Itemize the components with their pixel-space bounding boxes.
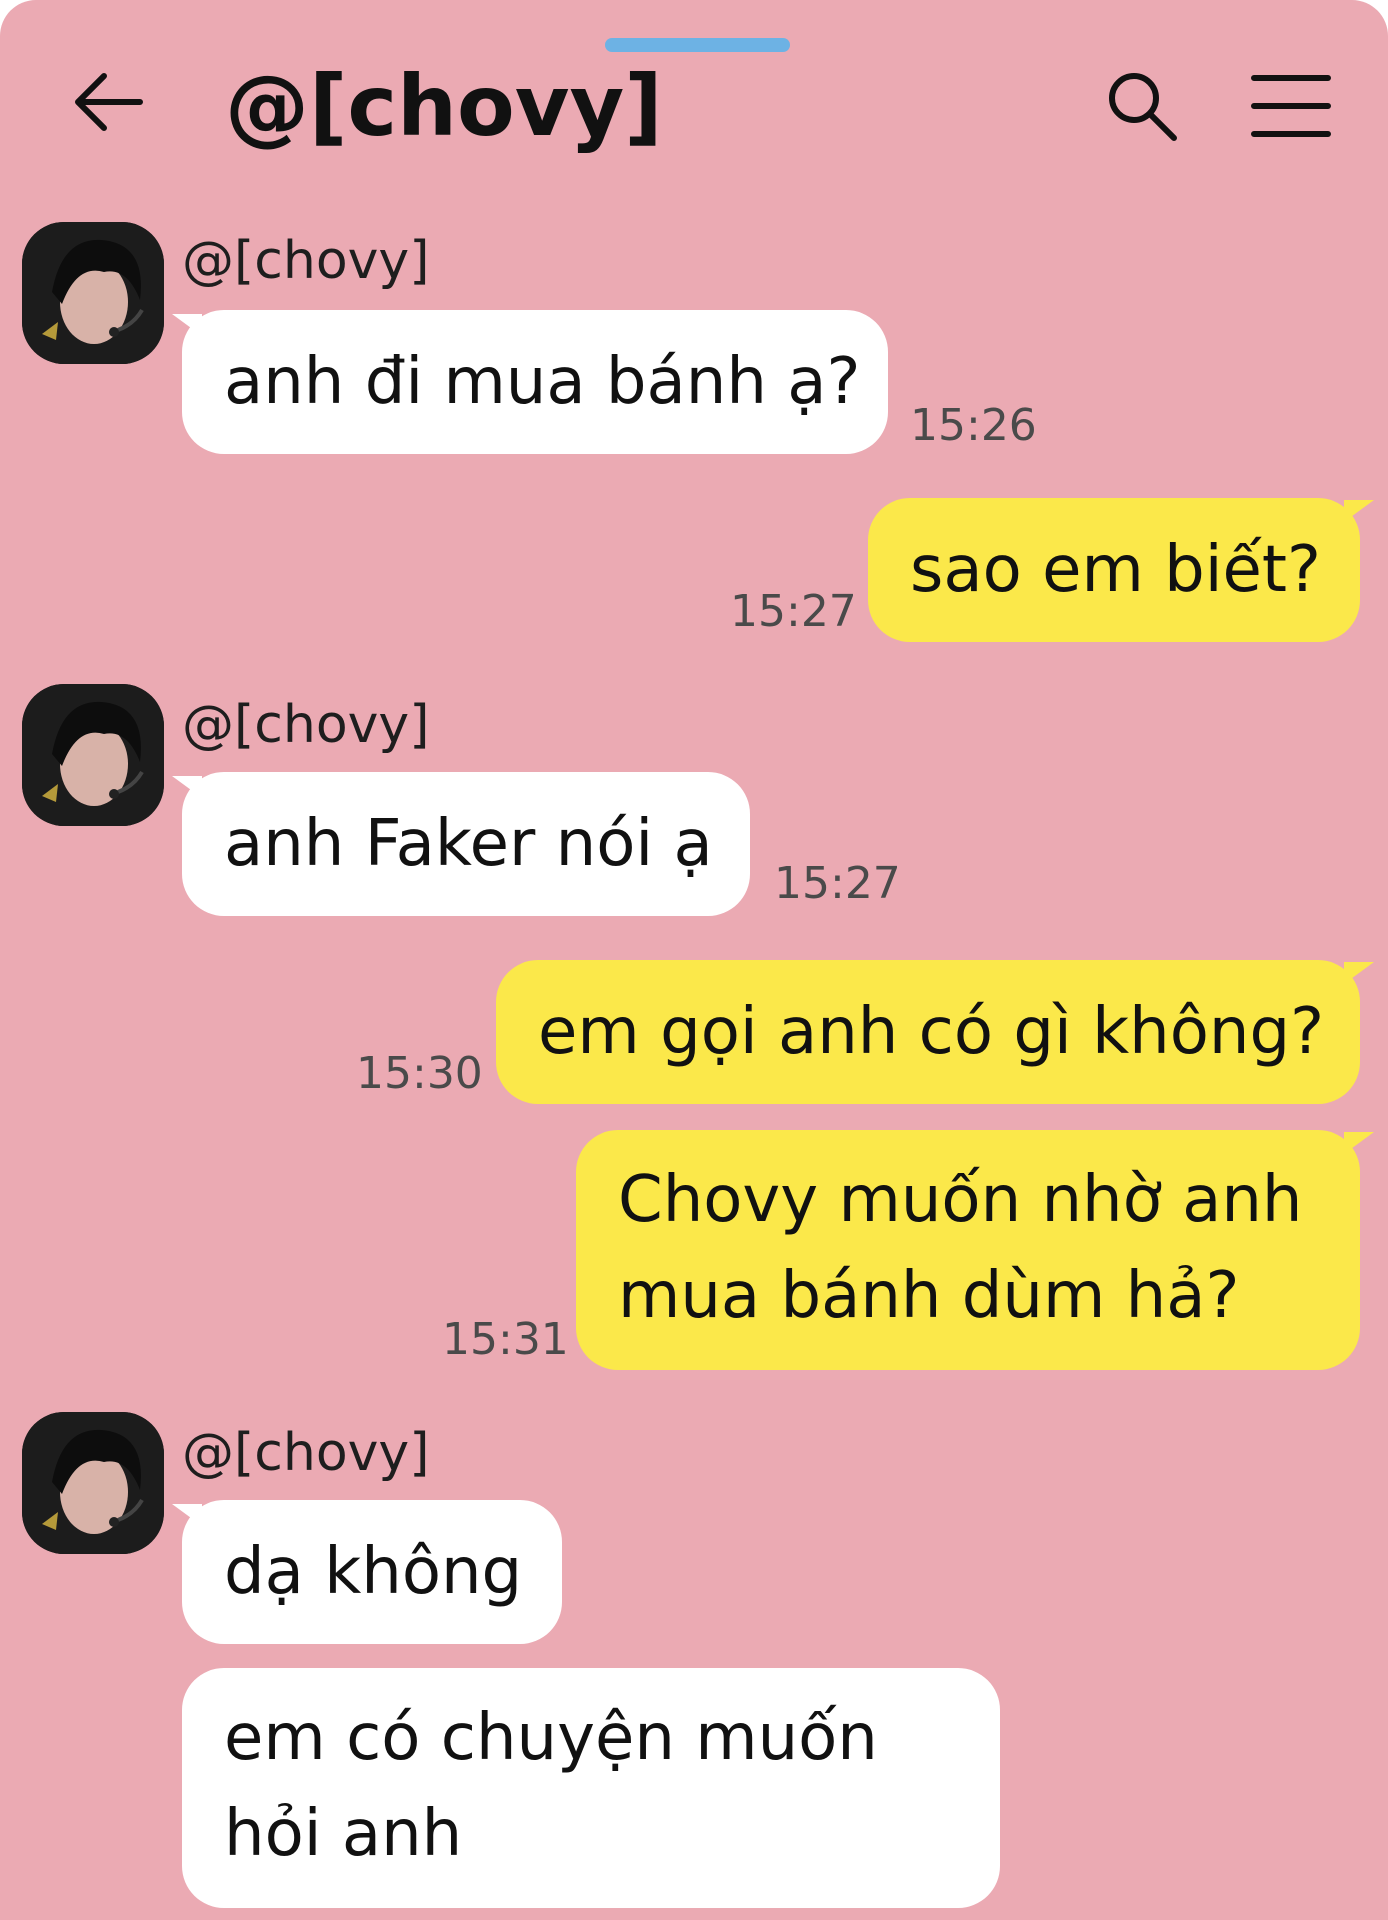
outgoing-message-bubble[interactable]: em gọi anh có gì không? bbox=[496, 960, 1360, 1104]
outgoing-message-bubble[interactable]: sao em biết? bbox=[868, 498, 1360, 642]
bubble-tail bbox=[1344, 500, 1374, 522]
profile-photo bbox=[22, 222, 164, 364]
message-text: dạ không bbox=[224, 1535, 523, 1609]
bubble-tail bbox=[1344, 962, 1374, 984]
message-line: Chovy muốn nhờ anh bbox=[618, 1163, 1303, 1237]
message-time: 15:27 bbox=[730, 586, 857, 637]
hamburger-menu-icon bbox=[1251, 75, 1331, 137]
message-time: 15:30 bbox=[356, 1048, 483, 1099]
arrow-left-icon bbox=[75, 73, 143, 131]
message-text: anh Faker nói ạ bbox=[224, 807, 713, 881]
avatar[interactable] bbox=[22, 684, 164, 826]
bubble-tail bbox=[1344, 1132, 1374, 1154]
profile-photo bbox=[22, 1412, 164, 1554]
chat-title: @[chovy] bbox=[225, 57, 663, 155]
avatar[interactable] bbox=[22, 1412, 164, 1554]
message-time: 15:27 bbox=[774, 858, 901, 909]
message-line: mua bánh dùm hả? bbox=[618, 1259, 1240, 1333]
sender-name: @[chovy] bbox=[182, 1423, 430, 1483]
message-text: anh đi mua bánh ạ? bbox=[224, 345, 861, 419]
message-line: hỏi anh bbox=[224, 1797, 463, 1871]
sender-name: @[chovy] bbox=[182, 231, 430, 291]
incoming-message-bubble[interactable]: em có chuyện muốn hỏi anh bbox=[182, 1668, 1000, 1908]
avatar[interactable] bbox=[22, 222, 164, 364]
message-text: sao em biết? bbox=[910, 533, 1321, 607]
menu-button[interactable] bbox=[1250, 70, 1332, 142]
message-time: 15:26 bbox=[910, 400, 1037, 451]
message-line: em có chuyện muốn bbox=[224, 1701, 878, 1775]
message-text: em gọi anh có gì không? bbox=[538, 995, 1325, 1069]
search-icon bbox=[1109, 73, 1177, 141]
outgoing-message-bubble[interactable]: Chovy muốn nhờ anh mua bánh dùm hả? bbox=[576, 1130, 1360, 1370]
chat-screen: @[chovy] @[chovy] anh đi mua bánh ạ? 15:… bbox=[0, 0, 1388, 1920]
search-button[interactable] bbox=[1102, 66, 1182, 146]
incoming-message-bubble[interactable]: anh Faker nói ạ bbox=[182, 772, 750, 916]
message-time: 15:31 bbox=[442, 1314, 569, 1365]
incoming-message-bubble[interactable]: anh đi mua bánh ạ? bbox=[182, 310, 888, 454]
profile-photo bbox=[22, 684, 164, 826]
sender-name: @[chovy] bbox=[182, 695, 430, 755]
back-button[interactable] bbox=[70, 62, 150, 142]
chat-header: @[chovy] bbox=[0, 0, 1388, 190]
incoming-message-bubble[interactable]: dạ không bbox=[182, 1500, 562, 1644]
